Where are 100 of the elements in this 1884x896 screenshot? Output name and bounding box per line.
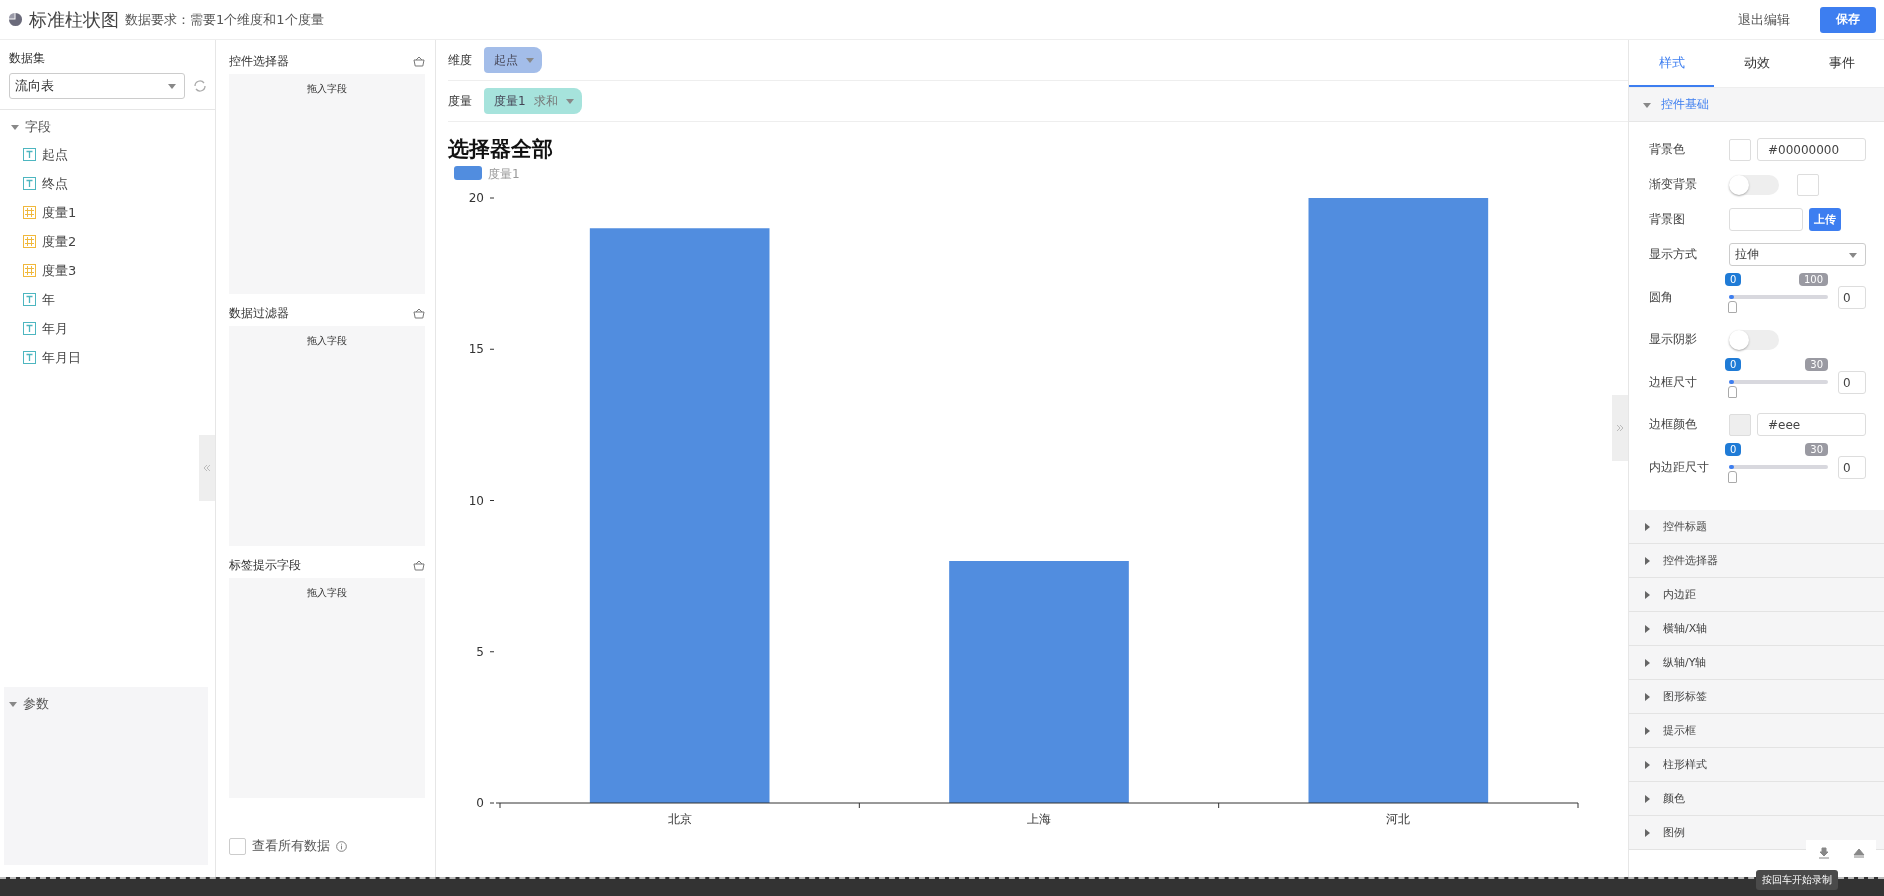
y-tick-label: 0: [476, 796, 484, 810]
chevron-right-icon: [1616, 424, 1624, 432]
x-tick-label: 上海: [1027, 812, 1051, 826]
field-item[interactable]: 起点: [0, 140, 215, 169]
exit-edit-button[interactable]: 退出编辑: [1732, 9, 1796, 30]
collapse-caret-icon: [1643, 760, 1651, 769]
toggle-switch[interactable]: [1729, 174, 1779, 195]
number-input[interactable]: 0: [1838, 370, 1866, 394]
accordion-header[interactable]: 提示框: [1629, 714, 1884, 748]
checkbox-label: 查看所有数据: [252, 837, 330, 855]
y-tick-label: 20: [468, 191, 484, 205]
dropdown-caret-icon: [565, 97, 574, 105]
drop-zone[interactable]: 拖入字段: [229, 326, 425, 546]
color-input[interactable]: #eee: [1757, 413, 1866, 436]
field-item[interactable]: 度量1: [0, 198, 215, 227]
refresh-icon[interactable]: [193, 79, 207, 93]
dataset-label: 数据集: [8, 50, 46, 67]
property-label: 显示方式: [1649, 246, 1698, 263]
accordion-header[interactable]: 横轴/X轴: [1629, 612, 1884, 646]
property-label: 渐变背景: [1649, 176, 1698, 193]
collapse-handle[interactable]: [1612, 395, 1628, 461]
tree-group-label[interactable]: 字段: [25, 118, 51, 136]
accordion-header[interactable]: 内边距: [1629, 578, 1884, 612]
collapse-caret-icon: [1643, 828, 1651, 837]
property-label: 边框尺寸: [1649, 373, 1698, 391]
accordion-header[interactable]: 颜色: [1629, 782, 1884, 816]
slider-min-label: 0: [1725, 273, 1742, 286]
field-item[interactable]: 度量3: [0, 256, 215, 285]
number-input[interactable]: 0: [1838, 455, 1866, 479]
info-icon: [336, 840, 347, 852]
accordion-header[interactable]: 图形标签: [1629, 680, 1884, 714]
upload-button[interactable]: 上传: [1809, 208, 1841, 231]
field-item[interactable]: 年: [0, 285, 215, 314]
collapse-handle[interactable]: [199, 435, 215, 501]
download-icon[interactable]: [1817, 847, 1830, 859]
basket-icon[interactable]: [413, 559, 425, 571]
eject-icon[interactable]: [1852, 847, 1865, 859]
grid-field-icon: [23, 206, 36, 219]
text-field-icon: [23, 351, 36, 364]
toggle-switch[interactable]: [1729, 329, 1779, 350]
slider-handle[interactable]: [1728, 471, 1737, 483]
property-label: 背景色: [1649, 141, 1686, 158]
collapse-caret-icon: [1643, 692, 1651, 701]
section-title: 数据过滤器: [229, 304, 289, 322]
measure-chip[interactable]: 度量1 求和: [484, 88, 582, 114]
chevron-left-icon: [203, 464, 211, 472]
slider-handle[interactable]: [1728, 386, 1737, 398]
y-tick-label: 10: [468, 493, 484, 508]
panel-tab[interactable]: 事件: [1799, 40, 1884, 87]
shelf-label: 度量: [448, 92, 472, 110]
field-item[interactable]: 终点: [0, 169, 215, 198]
text-field-icon: [23, 148, 36, 161]
basket-icon[interactable]: [413, 307, 425, 319]
expand-caret-icon: [1643, 100, 1651, 109]
page-title: 标准柱状图: [29, 7, 119, 32]
property-label: 背景图: [1649, 211, 1686, 228]
save-button[interactable]: 保存: [1820, 6, 1876, 33]
field-item[interactable]: 年月: [0, 314, 215, 343]
property-label: 圆角: [1649, 288, 1674, 306]
dataset-select[interactable]: 流向表: [9, 73, 185, 99]
slider-max-label: 100: [1798, 273, 1828, 286]
dimension-chip[interactable]: 起点: [484, 47, 542, 73]
collapse-caret-icon: [1643, 590, 1651, 599]
dropdown-caret-icon: [526, 56, 534, 64]
collapse-caret-icon: [1643, 658, 1651, 667]
accordion-header[interactable]: 纵轴/Y轴: [1629, 646, 1884, 680]
collapse-caret-icon: [1643, 794, 1651, 803]
accordion-header[interactable]: 控件基础: [1629, 88, 1884, 122]
accordion-header[interactable]: 控件选择器: [1629, 544, 1884, 578]
dropdown-caret-icon: [168, 82, 176, 90]
field-item[interactable]: 年月日: [0, 343, 215, 372]
x-tick-label: 北京: [667, 812, 692, 826]
chart-title: 选择器全部: [447, 136, 554, 163]
drop-zone[interactable]: 拖入字段: [229, 578, 425, 798]
image-input[interactable]: [1729, 208, 1803, 231]
color-swatch[interactable]: [1797, 173, 1819, 196]
accordion-header[interactable]: 柱形样式: [1629, 748, 1884, 782]
panel-tab[interactable]: 动效: [1714, 40, 1799, 87]
color-swatch[interactable]: [1729, 138, 1751, 161]
color-input[interactable]: #00000000: [1757, 138, 1866, 161]
tree-group-label[interactable]: 参数: [23, 695, 49, 713]
accordion-header[interactable]: 图例: [1629, 816, 1884, 850]
collapse-caret-icon: [1643, 522, 1651, 531]
collapse-caret-icon: [1643, 726, 1651, 735]
drop-zone[interactable]: 拖入字段: [229, 74, 425, 294]
text-field-icon: [23, 177, 36, 190]
basket-icon[interactable]: [413, 55, 425, 67]
slider-handle[interactable]: [1728, 301, 1737, 313]
legend-swatch: [454, 166, 482, 180]
field-item[interactable]: 度量2: [0, 227, 215, 256]
text-field-icon: [23, 293, 36, 306]
checkbox[interactable]: [229, 837, 246, 855]
text-field-icon: [23, 322, 36, 335]
section-title: 控件选择器: [229, 52, 289, 70]
legend-label: 度量1: [488, 167, 520, 181]
display-select[interactable]: 拉伸: [1729, 243, 1866, 266]
accordion-header[interactable]: 控件标题: [1629, 510, 1884, 544]
number-input[interactable]: 0: [1838, 285, 1866, 309]
property-label: 边框颜色: [1649, 416, 1698, 433]
color-swatch[interactable]: [1729, 413, 1751, 436]
